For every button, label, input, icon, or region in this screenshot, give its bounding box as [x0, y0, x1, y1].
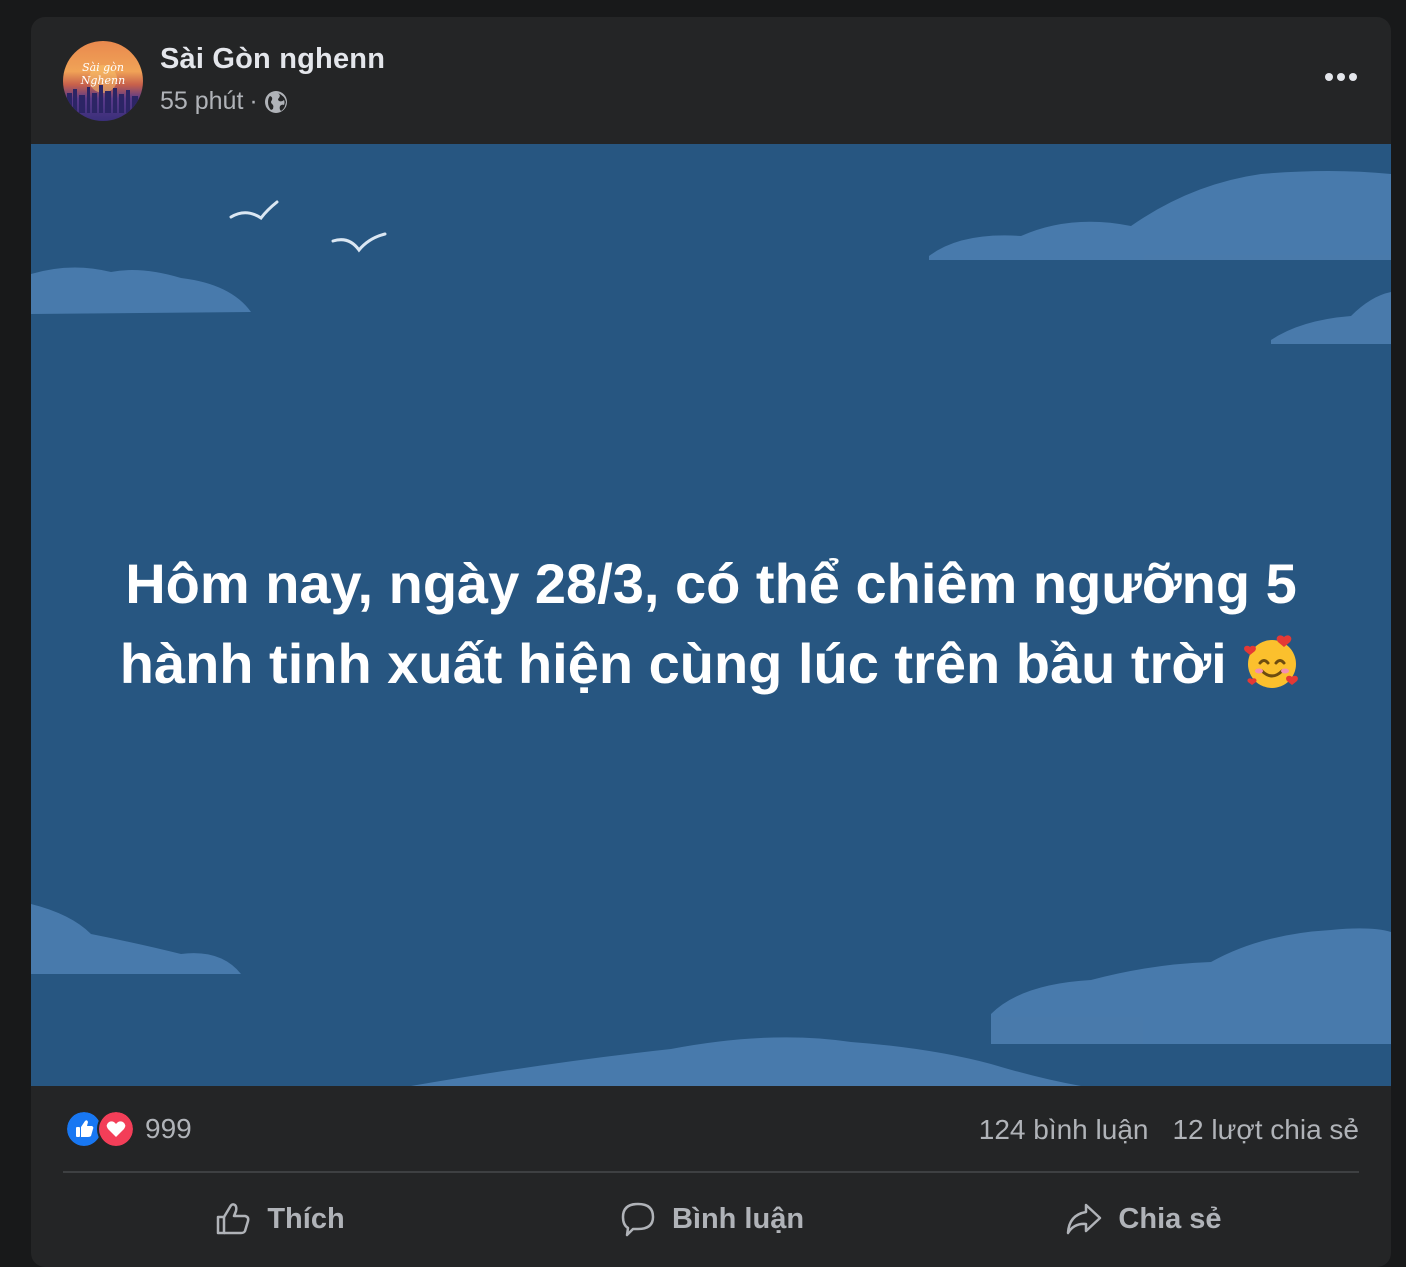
caption-line-2: hành tinh xuất hiện cùng lúc trên bầu tr… — [119, 632, 1227, 695]
share-button[interactable]: Chia sẻ — [927, 1179, 1359, 1259]
caption-line-1: Hôm nay, ngày 28/3, có thể chiêm ngưỡng … — [125, 552, 1297, 615]
thumbs-up-icon — [217, 1203, 250, 1235]
svg-text:Nghenn: Nghenn — [80, 74, 125, 87]
globe-icon — [264, 90, 287, 113]
avatar-image: Sài gòn Nghenn — [67, 61, 138, 113]
actions-divider — [63, 1171, 1359, 1173]
meta-separator: · — [249, 87, 258, 115]
page-name[interactable]: Sài Gòn nghenn — [160, 43, 385, 76]
post-stats: 999 124 bình luận 12 lượt chia sẻ — [31, 1086, 1391, 1172]
svg-text:Sài gòn: Sài gòn — [82, 61, 124, 74]
like-button[interactable]: Thích — [63, 1179, 495, 1259]
reaction-count: 999 — [145, 1113, 192, 1144]
comment-button[interactable]: Bình luận — [495, 1179, 927, 1259]
reactions-summary[interactable]: 999 — [65, 1110, 192, 1148]
smiling-face-with-hearts-emoji — [1244, 635, 1299, 688]
post-photo[interactable]: Hôm nay, ngày 28/3, có thể chiêm ngưỡng … — [31, 144, 1391, 1086]
comments-count-link[interactable]: 124 bình luận — [979, 1114, 1149, 1146]
post-actions: Thích Bình luận Chia sẻ — [63, 1179, 1359, 1259]
like-label: Thích — [267, 1202, 345, 1235]
engagement-stats: 124 bình luận 12 lượt chia sẻ — [979, 1114, 1359, 1146]
post-card: Sài gòn Nghenn Sài Gòn nghenn 55 phút · — [31, 17, 1391, 1267]
post-time[interactable]: 55 phút — [160, 87, 243, 116]
share-label: Chia sẻ — [1118, 1202, 1222, 1235]
more-options-icon[interactable] — [1323, 67, 1359, 87]
post-header: Sài gòn Nghenn Sài Gòn nghenn 55 phút · — [31, 17, 1391, 143]
comment-label: Bình luận — [671, 1202, 805, 1235]
caption-line-2-row: hành tinh xuất hiện cùng lúc trên bầu tr… — [81, 624, 1341, 704]
share-icon — [1067, 1203, 1102, 1235]
love-reaction-icon — [97, 1110, 135, 1148]
post-meta: 55 phút · — [160, 87, 288, 116]
photo-caption: Hôm nay, ngày 28/3, có thể chiêm ngưỡng … — [81, 544, 1341, 704]
comment-icon — [621, 1202, 655, 1237]
shares-count-link[interactable]: 12 lượt chia sẻ — [1172, 1114, 1359, 1146]
avatar[interactable]: Sài gòn Nghenn — [63, 41, 143, 121]
